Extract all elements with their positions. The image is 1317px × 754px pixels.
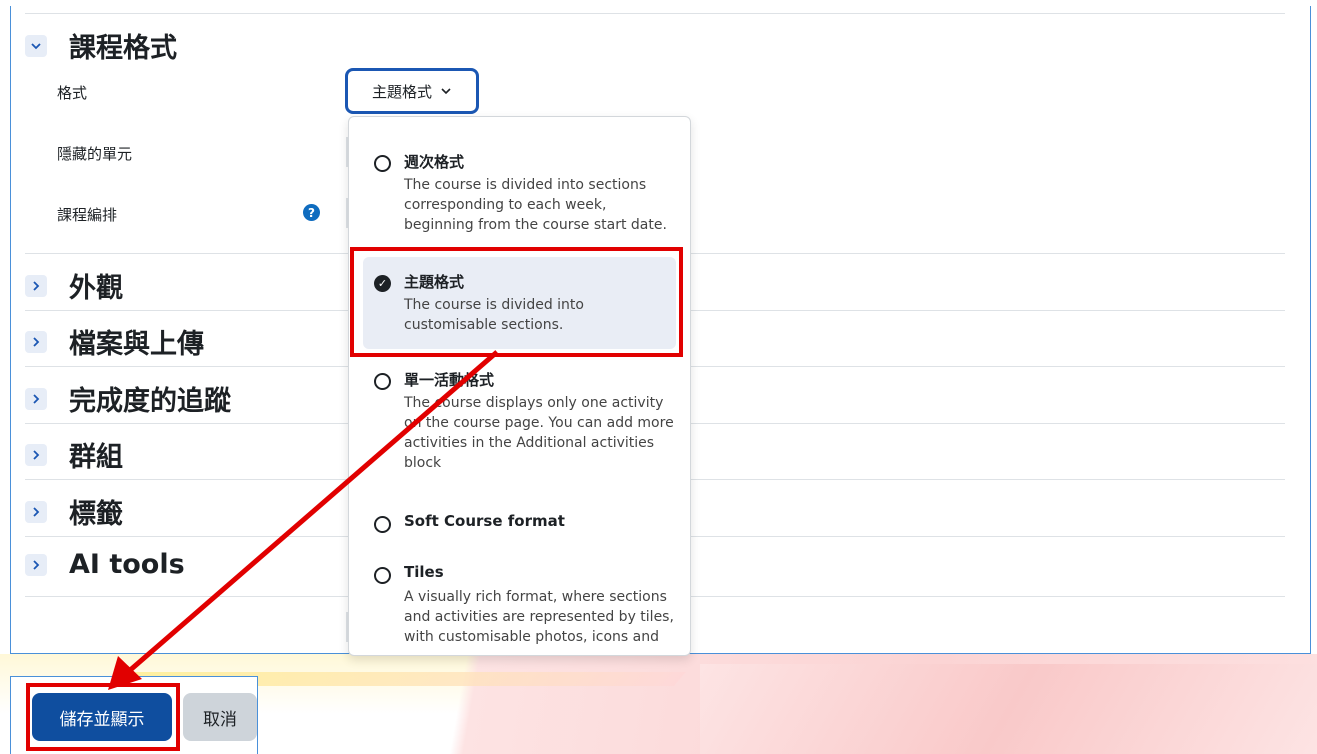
format-select-value: 主題格式 <box>371 82 432 101</box>
option-name: Tiles <box>404 563 444 581</box>
option-desc: The course is divided into sections corr… <box>404 177 667 233</box>
chevron-right-icon[interactable] <box>25 443 47 466</box>
chevron-down-icon <box>441 88 451 95</box>
section-title: 群組 <box>69 442 123 473</box>
section-header-course-format[interactable]: 課程格式 <box>25 26 1285 65</box>
section-title: AI tools <box>69 549 185 580</box>
section-title: 檔案與上傳 <box>69 329 204 360</box>
format-option[interactable]: Tiles A visually rich format, where sect… <box>363 563 676 655</box>
annotation-highlight-box <box>26 683 180 751</box>
option-desc: The course displays only one activity on… <box>404 395 674 471</box>
format-option[interactable]: 週次格式 The course is divided into sections… <box>363 151 676 243</box>
option-name: 週次格式 <box>404 153 465 171</box>
radio-icon <box>374 373 391 390</box>
format-label: 格式 <box>57 84 88 102</box>
section-title: 標籤 <box>69 499 123 530</box>
section-title: 外觀 <box>69 273 123 304</box>
section-title: 課程格式 <box>69 33 177 64</box>
help-icon[interactable]: ? <box>303 204 320 221</box>
chevron-right-icon[interactable] <box>25 330 47 353</box>
divider <box>25 13 1285 14</box>
format-option[interactable]: 單一活動格式 The course displays only one acti… <box>363 369 676 489</box>
option-name: Soft Course format <box>404 512 565 530</box>
format-select[interactable]: 主題格式 <box>345 68 479 114</box>
chevron-right-icon[interactable] <box>25 274 47 297</box>
chevron-down-icon[interactable] <box>25 34 47 57</box>
format-option[interactable]: Soft Course format <box>363 512 676 536</box>
format-dropdown-menu: 週次格式 The course is divided into sections… <box>348 116 691 656</box>
chevron-right-icon[interactable] <box>25 387 47 410</box>
chevron-right-icon[interactable] <box>25 500 47 523</box>
chevron-right-icon[interactable] <box>25 553 47 576</box>
radio-icon <box>374 567 391 584</box>
hidden-sections-label: 隱藏的單元 <box>57 145 133 163</box>
option-name: 單一活動格式 <box>404 371 495 389</box>
section-title: 完成度的追蹤 <box>69 386 231 417</box>
radio-icon <box>374 155 391 172</box>
course-layout-label: 課程編排 <box>57 206 118 224</box>
annotation-highlight-box <box>350 247 683 357</box>
cancel-button[interactable]: 取消 <box>183 693 257 741</box>
radio-icon <box>374 516 391 533</box>
option-desc: A visually rich format, where sections a… <box>404 589 674 645</box>
